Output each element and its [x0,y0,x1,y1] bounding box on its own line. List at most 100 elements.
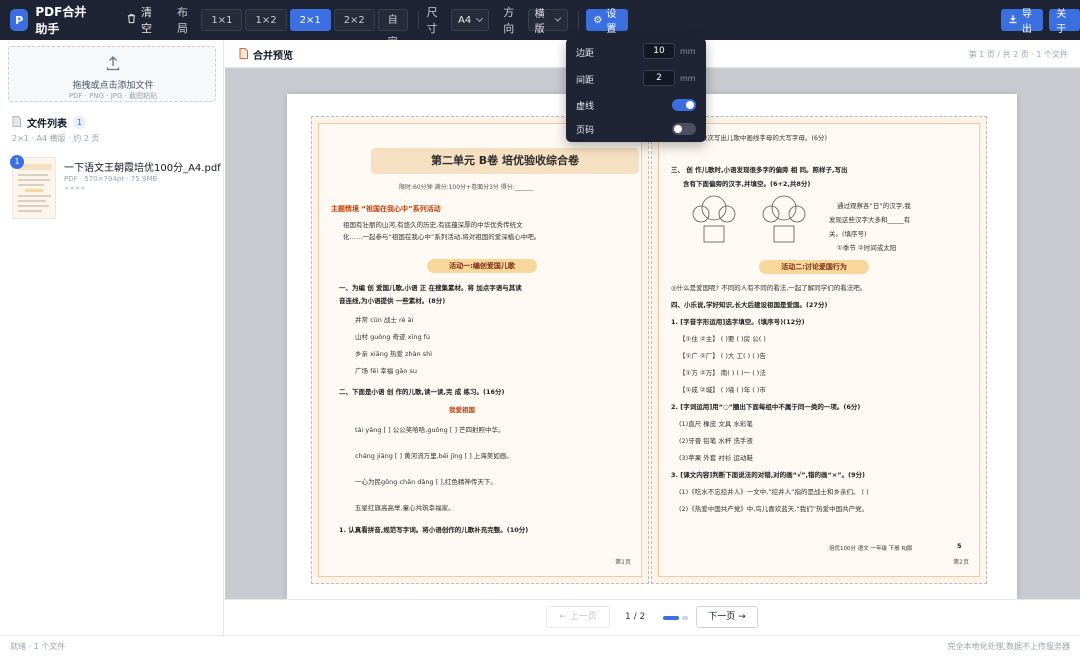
upload-icon [106,55,120,71]
answer-row: (2)《热爱中国共产党》中,鸟儿喜欢蓝天,“我们”热爱中国共产党。 [679,505,869,513]
page-cell-left: 第二单元 B卷 培优验收综合卷 限时:60分钟 满分:100分+卷面分3分 得分… [311,116,649,584]
layout-label: 布局 [176,6,188,35]
download-icon [1008,14,1018,27]
word-row: 山村 guǒng 奇迹 xīng fú [355,333,431,341]
status-right: 完全本地化处理,数据不上传服务器 [947,642,1070,651]
file-rating: ★★★★ [64,185,86,192]
toggle-knob [686,101,694,109]
toggle-knob [674,125,682,133]
poem-line: tái yǎng [ ] 公公笑哈哈,guǒng [ ] 芒四射照中华。 [355,426,505,434]
page-indicator: 1 / 2 [625,612,646,622]
file-index-badge: 1 [10,155,24,169]
file-dropzone[interactable]: 拖拽或点击添加文件 PDF · PNG · JPG · 截图粘贴 [8,46,216,102]
clear-label: 清空 [141,6,153,35]
preview-page-info: 第 1 页 / 共 2 页 · 1 个文件 [968,50,1068,59]
page-footer: 第1页 [615,559,631,566]
file-meta: PDF · 570×794pt · 75.9MB [64,175,158,183]
chevron-down-icon [555,15,562,22]
page-cell-right: 2. 照样子,依次写出儿歌中画线字母的大写字母。(6分) 三、 创 作儿歌时,小… [651,116,987,584]
question: 1. 认真看拼音,规范写字词。将小语创作的儿歌补充完整。(10分) [339,526,529,534]
file-count-badge: 1 [73,116,87,129]
prev-page-button[interactable]: ← 上一页 [546,606,610,628]
layout-option-2x1[interactable]: 2×1 [289,9,331,31]
body-text: 关。(填序号) [829,230,867,238]
divider [577,11,579,29]
file-icon [12,115,21,130]
gap-unit: mm [680,74,696,83]
question: 四、小乐说,学好知识,长大后建设祖国是爱国。(27分) [671,301,828,309]
preview-title-wrap: 合并预览 [239,47,293,62]
body-text: 通过观察各“日”的汉字,我 [837,202,911,210]
file-list-item[interactable]: 1 一下语文王朝霞培优100分_A4.pdf PDF · 570×794pt ·… [10,155,221,223]
question: 含有下面偏旁的汉字,并填空。(6+2,共8分) [683,180,811,188]
gap-label: 间距 [576,76,595,86]
orientation-value: 横版 [534,9,545,35]
question: 3. [课文内容]判断下面说法的对错,对的画“√”,错的画“×”。(9分) [671,471,865,479]
settings-button[interactable]: ⚙ 设置 [586,9,628,35]
divider [417,11,419,29]
intro-text: 化……一起参与“祖国在我心中”系列活动,将对祖国的爱深植心中吧。 [343,233,541,241]
page-frame: 2. 照样子,依次写出儿歌中画线字母的大写字母。(6分) 三、 创 作儿歌时,小… [658,123,980,577]
export-button[interactable]: 导出 [1000,9,1044,35]
body-text: ◎什么是爱国呢? 不同的人有不同的看法,一起了解同学们的看法吧。 [671,284,867,292]
poem-line: 五星红旗高高举,童心共筑幸福家。 [355,504,455,512]
flowerpot-illustration [679,194,819,249]
preview-title: 合并预览 [253,51,293,62]
poem-title: 我爱祖国 [449,406,475,414]
poem-line: 一心为民gōng chǎn dǎng [ ],红色精神传天下。 [355,478,497,486]
activity-label: 活动二:讨论爱国行为 [759,260,869,274]
answer-row: 【①成 ②城】 ( )墙 ( )年 ( )市 [679,386,766,394]
answer-row: (3)苹果 外套 衬衫 运动鞋 [679,454,753,462]
answer-row: (1)直尺 橡皮 文具 水彩笔 [679,420,753,428]
file-list-summary: 2×1 · A4 横版 · 约 2 页 [12,134,100,143]
page-number-toggle[interactable] [672,123,696,135]
layout-option-custom[interactable]: 自定义 [377,9,408,70]
settings-popup: 边距 10 mm 间距 2 mm 虚线 页码 [566,38,706,142]
word-row: 广场 fēi 幸福 gāo su [355,367,417,375]
exam-meta: 限时:60分钟 满分:100分+卷面分3分 得分:______ [399,184,533,191]
export-label: 导出 [1021,9,1032,35]
gap-input[interactable]: 2 [643,70,675,86]
page-size-value: A4 [458,14,472,26]
poem-line: cháng jiāng [ ] 黄河流万里,běi jīng [ ] 上海美如画… [355,452,513,460]
size-label: 尺寸 [426,6,438,35]
page-size-select[interactable]: A4 [451,9,490,31]
orientation-select[interactable]: 横版 [527,9,568,35]
page-dot-active[interactable] [663,616,679,620]
dashed-toggle[interactable] [672,99,696,111]
about-button[interactable]: 关于 [1049,9,1080,35]
layout-option-2x2[interactable]: 2×2 [333,9,375,31]
trash-icon [126,13,137,27]
preview-canvas[interactable]: 第二单元 B卷 培优验收综合卷 限时:60分钟 满分:100分+卷面分3分 得分… [225,68,1080,599]
status-left: 就绪 · 1 个文件 [10,642,66,651]
dropzone-title: 拖拽或点击添加文件 [72,81,154,91]
activity-label: 活动一:编创爱国儿歌 [427,259,537,273]
page-footer: 第2页 [953,559,969,566]
app-title: PDF合并助手 [35,5,87,36]
question: 三、 创 作儿歌时,小语发现很多字的偏旁 相 同。照样子,写出 [671,166,848,174]
merged-page: 第二单元 B卷 培优验收综合卷 限时:60分钟 满分:100分+卷面分3分 得分… [287,94,1017,599]
page-dot[interactable] [682,616,688,620]
question: 1. [字音字形运用]选字填空。(填序号)(12分) [671,318,805,326]
answer-row: 【①方 ②万】 南( ) ( )一 ( )法 [679,369,766,377]
page-number-label: 页码 [576,126,595,136]
word-row: 乡亲 xiāng 热爱 zhàn shì [355,350,433,358]
status-bar: 就绪 · 1 个文件 完全本地化处理,数据不上传服务器 [0,635,1080,656]
file-list-header: 文件列表 1 [12,115,87,130]
orientation-label: 方向 [503,6,515,35]
question: 二、下面是小语 创 作的儿歌,读一读,完 成 练习。(16分) [339,388,505,396]
next-page-button[interactable]: 下一页 → [696,606,758,628]
gear-icon: ⚙ [593,14,603,26]
layout-selector: 1×1 1×2 2×1 2×2 自定义 [201,9,408,70]
question: 一、为编 创 爱国儿歌,小语 正 在搜集素材。将 加点字语与其读 [339,284,522,292]
answer-row: 【①广 ②厂】 ( )大 工( ) ( )告 [679,352,766,360]
layout-option-1x1[interactable]: 1×1 [201,9,243,31]
about-label: 关于 [1056,9,1067,35]
answer-row: (2)牙膏 铅笔 水杯 洗手液 [679,437,753,445]
layout-option-1x2[interactable]: 1×2 [245,9,287,31]
intro-text: 祖国有壮丽的山河,有悠久的历史,有底蕴深厚的中华优秀传统文 [343,221,523,229]
pagination-bar: ← 上一页 1 / 2 下一页 → [225,599,1080,635]
page-dots [663,616,688,620]
clear-button[interactable]: 清空 [126,4,157,36]
margin-input[interactable]: 10 [643,43,675,59]
